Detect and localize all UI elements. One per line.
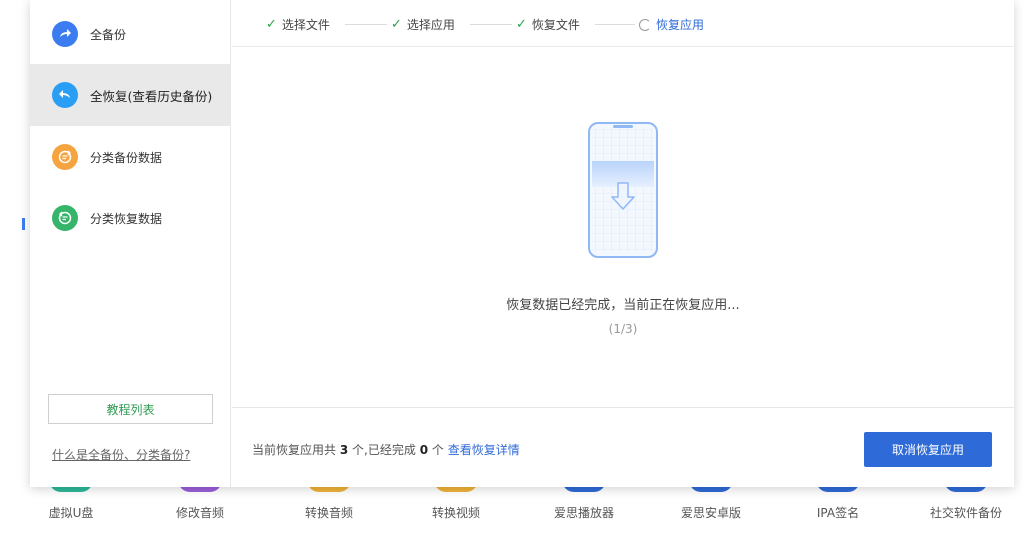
step-indicator: ✓ 选择文件 ✓ 选择应用 ✓ 恢复文件 恢复应用 [232, 0, 1014, 47]
summary-prefix: 当前恢复应用共 [252, 443, 337, 457]
sidebar-item-label: 全备份 [90, 27, 127, 42]
check-icon: ✓ [391, 17, 402, 32]
app-label: 修改音频 [175, 506, 224, 520]
main-panel: ✓ 选择文件 ✓ 选择应用 ✓ 恢复文件 恢复应用 恢复数据已经完成，当前正在恢… [232, 0, 1014, 487]
faq-link[interactable]: 什么是全备份、分类备份? [52, 446, 190, 463]
restore-dialog: 全备份 全恢复(查看历史备份) 分类备份数据 分类恢复数据 教程列表 什么是全备… [30, 0, 1014, 487]
sidebar-item-full-backup[interactable]: 全备份 [30, 3, 231, 65]
step-restore-apps: 恢复应用 [639, 16, 704, 33]
background-marker [22, 218, 25, 230]
page: 虚拟U盘 修改音频 转换音频 转换视频 爱思播放器 爱思安卓版 IPA签名 社交… [0, 0, 1024, 534]
phone-restore-illustration [587, 121, 659, 263]
restore-status-text: 恢复数据已经完成，当前正在恢复应用... [506, 298, 740, 313]
tutorial-list-button[interactable]: 教程列表 [48, 394, 213, 424]
cancel-restore-button[interactable]: 取消恢复应用 [864, 432, 992, 467]
total-count: 3 [339, 443, 349, 457]
arrow-forward-icon [52, 21, 78, 47]
app-label: IPA签名 [816, 506, 860, 520]
category-backup-icon [52, 144, 78, 170]
category-restore-icon [52, 205, 78, 231]
footer: 当前恢复应用共 3 个,已经完成 0 个 查看恢复详情 取消恢复应用 [232, 407, 1014, 487]
sidebar-item-category-restore[interactable]: 分类恢复数据 [30, 187, 231, 249]
sidebar-item-category-backup[interactable]: 分类备份数据 [30, 126, 231, 188]
check-icon: ✓ [266, 17, 277, 32]
step-label: 恢复文件 [531, 18, 580, 32]
step-connector [470, 24, 512, 25]
done-count: 0 [419, 443, 429, 457]
sidebar-item-label: 全恢复(查看历史备份) [90, 88, 213, 104]
step-select-apps: ✓ 选择应用 [391, 16, 455, 33]
loading-spinner-icon [639, 18, 651, 31]
sidebar-item-label: 分类备份数据 [90, 150, 163, 165]
phone-download-icon [588, 122, 658, 258]
step-connector [595, 24, 635, 25]
app-label: 虚拟U盘 [48, 506, 94, 520]
check-icon: ✓ [516, 17, 527, 32]
step-connector [345, 24, 387, 25]
app-label: 社交软件备份 [929, 506, 1002, 520]
sidebar-item-full-restore[interactable]: 全恢复(查看历史备份) [30, 64, 231, 126]
step-label: 恢复应用 [656, 18, 705, 32]
restore-summary: 当前恢复应用共 3 个,已经完成 0 个 查看恢复详情 [252, 441, 520, 458]
step-label: 选择应用 [406, 18, 455, 32]
sidebar: 全备份 全恢复(查看历史备份) 分类备份数据 分类恢复数据 教程列表 什么是全备… [30, 0, 231, 487]
sidebar-item-label: 分类恢复数据 [90, 211, 163, 226]
app-label: 爱思播放器 [553, 506, 614, 520]
summary-middle: 个,已经完成 [352, 443, 416, 457]
app-label: 转换视频 [431, 506, 480, 520]
arrow-back-icon [52, 82, 78, 108]
step-select-files: ✓ 选择文件 [266, 16, 330, 33]
restore-progress-text: (1/3) [608, 322, 638, 336]
step-label: 选择文件 [281, 18, 330, 32]
app-label: 转换音频 [304, 506, 353, 520]
summary-suffix: 个 [431, 443, 444, 457]
view-restore-details-link[interactable]: 查看恢复详情 [448, 443, 520, 457]
app-label: 爱思安卓版 [680, 506, 741, 520]
step-restore-files: ✓ 恢复文件 [516, 16, 580, 33]
